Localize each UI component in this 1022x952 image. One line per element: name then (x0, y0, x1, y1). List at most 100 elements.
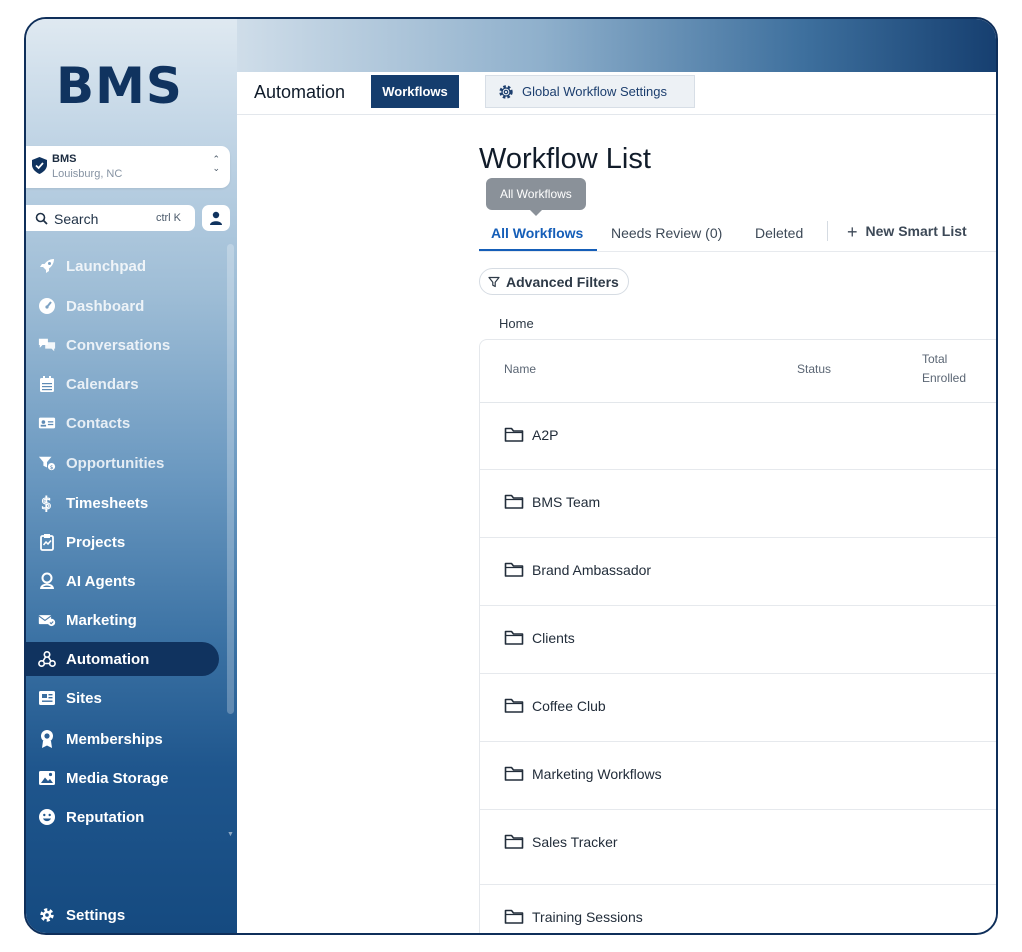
sidebar-item-sites[interactable]: Sites (26, 681, 219, 715)
funnel-icon: $ (38, 454, 56, 472)
sidebar-item-conversations[interactable]: Conversations (26, 328, 219, 362)
sidebar-scrollbar[interactable] (227, 244, 234, 714)
sidebar-item-timesheets[interactable]: $ Timesheets (26, 486, 219, 520)
sidebar-item-settings[interactable]: Settings (26, 898, 219, 932)
sidebar-item-label: Reputation (66, 808, 145, 826)
folder-name: Brand Ambassador (532, 562, 652, 578)
gear-icon (499, 84, 513, 99)
search-icon (35, 212, 48, 225)
table-row[interactable]: Sales Tracker (480, 810, 996, 885)
folder-icon (504, 494, 524, 509)
id-card-icon (38, 414, 56, 432)
gear-icon (38, 906, 56, 924)
advanced-filters-label: Advanced Filters (506, 273, 619, 290)
sidebar-item-label: Memberships (66, 730, 163, 748)
image-icon (38, 769, 56, 787)
gauge-icon (38, 297, 56, 315)
folder-icon (504, 630, 524, 645)
sidebar-item-contacts[interactable]: Contacts (26, 406, 219, 440)
location-pin-icon (32, 157, 47, 174)
folder-icon (504, 834, 524, 849)
table-row[interactable]: Training Sessions (480, 885, 996, 933)
sidebar-item-label: Timesheets (66, 494, 149, 512)
tab-all-workflows[interactable]: All Workflows (491, 225, 583, 241)
sidebar-item-label: Automation (66, 650, 150, 668)
sidebar-item-opportunities[interactable]: $ Opportunities (26, 446, 219, 480)
tab-needs-review[interactable]: Needs Review (0) (611, 225, 722, 241)
folder-icon (504, 427, 524, 442)
new-smart-list-button[interactable]: + New Smart List (847, 222, 967, 243)
chat-icon (38, 336, 56, 354)
table-row[interactable]: Clients (480, 606, 996, 674)
workflow-icon (38, 650, 56, 668)
sidebar-item-label: Marketing (66, 611, 137, 629)
dollar-icon: $ (38, 494, 56, 512)
search-button[interactable]: Search ctrl K (26, 205, 195, 231)
page-title: Workflow List (479, 143, 651, 175)
location-city: Louisburg, NC (52, 168, 123, 180)
workflow-table: Name Status Total Enrolled A2P BMS Team Br… (479, 339, 996, 933)
table-row[interactable]: Coffee Club (480, 674, 996, 742)
sidebar-item-media-storage[interactable]: Media Storage (26, 761, 219, 795)
new-smart-list-label: New Smart List (865, 223, 967, 239)
sidebar-item-launchpad[interactable]: Launchpad (26, 249, 219, 283)
sidebar-item-label: Dashboard (66, 297, 145, 315)
breadcrumb[interactable]: Home (499, 316, 534, 331)
sidebar-item-automation[interactable]: Automation (26, 642, 219, 676)
sidebar-item-label: Sites (66, 689, 102, 707)
sidebar-item-reputation[interactable]: Reputation (26, 800, 219, 834)
sidebar-item-ai-agents[interactable]: AI Agents (26, 564, 219, 598)
divider (479, 251, 996, 252)
plus-icon: + (847, 222, 858, 242)
tab-deleted[interactable]: Deleted (755, 225, 803, 241)
sidebar-item-marketing[interactable]: Marketing (26, 603, 219, 637)
sidebar-item-calendars[interactable]: Calendars (26, 367, 219, 401)
clipboard-icon (38, 533, 56, 551)
sidebar-item-label: Conversations (66, 336, 171, 354)
scroll-down-icon[interactable]: ▼ (227, 831, 234, 838)
search-shortcut: ctrl K (155, 212, 181, 224)
table-row[interactable]: Marketing Workflows (480, 742, 996, 810)
award-icon (38, 730, 56, 748)
folder-icon (504, 909, 524, 924)
folder-icon (504, 698, 524, 713)
sidebar: BMS BMS Louisburg, NC ⌃⌄ Search ctrl K (26, 19, 237, 933)
table-row[interactable]: BMS Team (480, 470, 996, 538)
sidebar-item-label: Opportunities (66, 454, 165, 472)
sidebar-item-dashboard[interactable]: Dashboard (26, 289, 219, 323)
svg-text:$: $ (50, 465, 53, 471)
filter-icon (488, 276, 500, 287)
folder-icon (504, 562, 524, 577)
table-row[interactable]: Brand Ambassador (480, 538, 996, 606)
rocket-icon (38, 257, 56, 275)
sidebar-item-label: Projects (66, 533, 126, 551)
divider (827, 221, 828, 241)
tooltip: All Workflows (486, 178, 586, 216)
browser-icon (38, 689, 56, 707)
chevron-updown-icon: ⌃ ⌄ (212, 154, 220, 173)
column-header-name[interactable]: Name (504, 360, 536, 379)
calendar-icon (38, 375, 56, 393)
folder-name: A2P (532, 427, 559, 443)
folder-name: Training Sessions (532, 909, 643, 925)
agent-icon (38, 572, 56, 590)
sidebar-item-label: Calendars (66, 375, 139, 393)
advanced-filters-button[interactable]: Advanced Filters (479, 268, 629, 295)
column-header-status[interactable]: Status (797, 360, 831, 379)
sidebar-item-label: AI Agents (66, 572, 136, 590)
location-switcher[interactable]: BMS Louisburg, NC ⌃ ⌄ (26, 146, 230, 188)
brand-logo: BMS (56, 57, 183, 115)
global-workflow-settings-button[interactable]: Global Workflow Settings (485, 75, 695, 108)
column-header-total-enrolled[interactable]: Total Enrolled (922, 350, 982, 388)
sidebar-item-memberships[interactable]: Memberships (26, 722, 219, 756)
table-row[interactable]: A2P (480, 403, 996, 470)
main-content: Workflow List All Workflows All Workflow… (237, 115, 996, 933)
sidebar-item-projects[interactable]: Projects (26, 525, 219, 559)
folder-icon (504, 766, 524, 781)
folder-name: Marketing Workflows (532, 766, 662, 782)
tab-workflows[interactable]: Workflows (371, 75, 459, 108)
global-settings-label: Global Workflow Settings (522, 84, 667, 99)
module-header: Automation Workflows Global Workflow Set… (237, 72, 996, 115)
sidebar-item-label: Settings (66, 906, 126, 924)
user-button[interactable] (202, 205, 230, 231)
